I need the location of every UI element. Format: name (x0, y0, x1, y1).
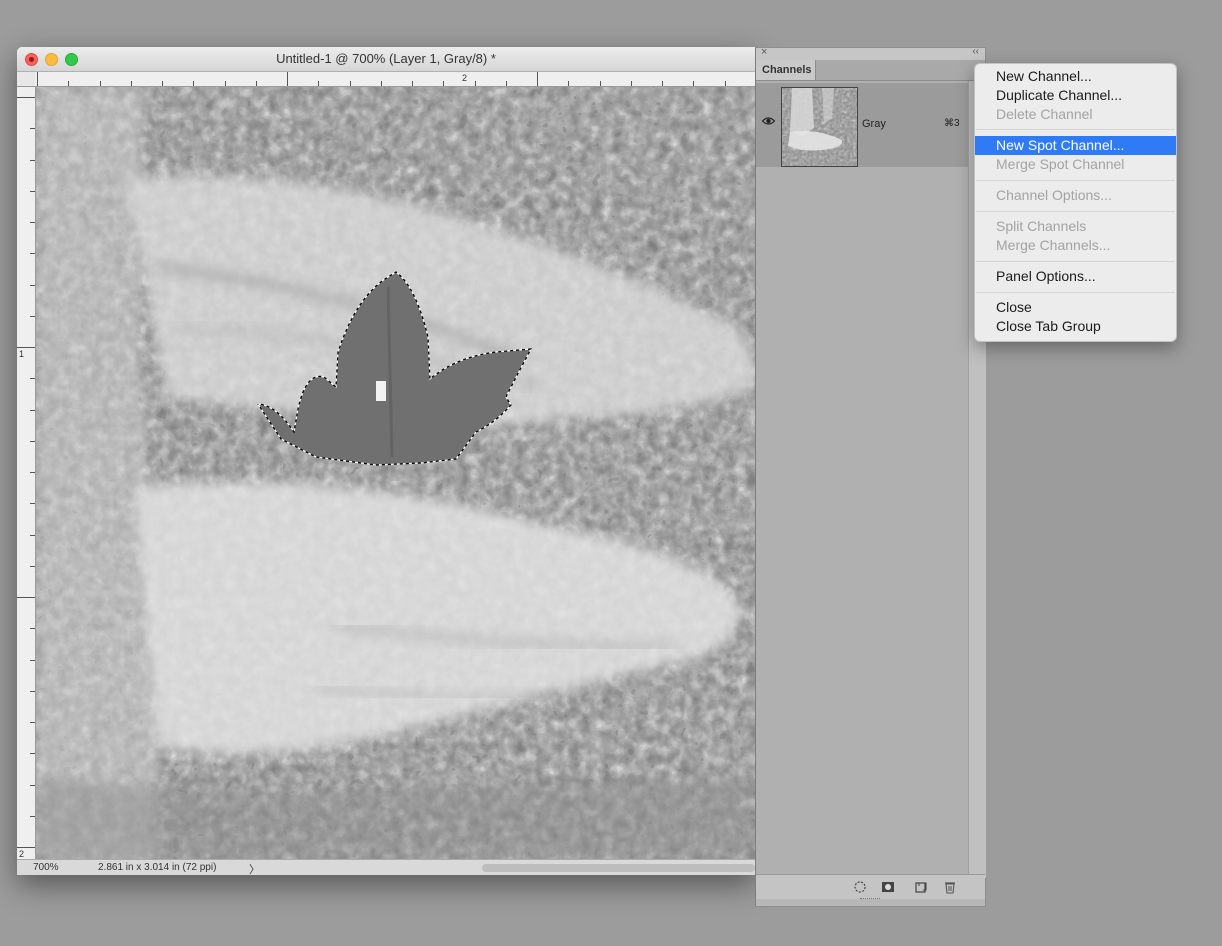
menu-separator (976, 211, 1175, 212)
ruler-tick (30, 316, 35, 317)
ruler-tick (506, 81, 507, 86)
ruler-tick (30, 128, 35, 129)
ruler-label: 2 (19, 849, 25, 859)
ruler-label: 2 (462, 73, 468, 83)
ruler-tick (30, 691, 35, 692)
ruler-origin[interactable] (17, 72, 36, 87)
panel-tab-bar: Channels ≡ (756, 60, 985, 81)
canvas-image (36, 87, 755, 859)
channel-list: Gray ⌘3 (756, 81, 968, 878)
menu-item-new-channel[interactable]: New Channel... (975, 67, 1176, 86)
ruler-tick (30, 753, 35, 754)
status-bar: 700% 2.861 in x 3.014 in (72 ppi) 〉 (17, 859, 755, 875)
image-canvas[interactable] (36, 87, 755, 859)
menu-item-channel-options: Channel Options... (996, 187, 1112, 203)
ruler-tick (662, 81, 663, 86)
ruler-tick (30, 785, 35, 786)
ruler-tick (30, 660, 35, 661)
ruler-tick (537, 72, 538, 86)
channel-row-gray[interactable]: Gray ⌘3 (756, 83, 968, 167)
ruler-tick (475, 81, 476, 86)
channel-name: Gray (862, 118, 886, 130)
ruler-tick (17, 847, 35, 848)
ruler-tick (30, 628, 35, 629)
ruler-tick (100, 81, 101, 86)
ruler-tick (30, 222, 35, 223)
menu-item-split-channels: Split Channels (996, 218, 1087, 234)
menu-separator (976, 261, 1175, 262)
ruler-tick (131, 81, 132, 86)
panel-collapse-icon[interactable]: ‹‹ (972, 46, 979, 57)
new-channel-icon[interactable] (914, 880, 928, 894)
ruler-tick (256, 81, 257, 86)
ruler-tick (37, 72, 38, 86)
menu-separator (976, 292, 1175, 293)
ruler-tick (30, 160, 35, 161)
ruler-tick (30, 378, 35, 379)
channel-thumbnail (781, 87, 858, 167)
horizontal-scrollbar[interactable] (482, 864, 755, 872)
menu-item-duplicate-channel[interactable]: Duplicate Channel... (975, 86, 1176, 105)
document-window: Untitled-1 @ 700% (Layer 1, Gray/8) * 2 … (17, 47, 755, 875)
ruler-tick (30, 253, 35, 254)
panel-resize-grip[interactable] (860, 898, 880, 903)
menu-separator (976, 180, 1175, 181)
menu-item-close[interactable]: Close (975, 298, 1176, 317)
document-info: 2.861 in x 3.014 in (72 ppi) (98, 862, 217, 873)
menu-separator (976, 129, 1175, 130)
load-selection-icon[interactable] (853, 880, 867, 894)
ruler-tick (68, 81, 69, 86)
menu-item-close-tab-group[interactable]: Close Tab Group (975, 317, 1176, 336)
ruler-tick (17, 597, 35, 598)
ruler-tick (30, 472, 35, 473)
panel-footer (756, 874, 985, 899)
ruler-tick (30, 441, 35, 442)
ruler-tick (443, 81, 444, 86)
delete-channel-icon[interactable] (943, 880, 957, 894)
ruler-tick (30, 566, 35, 567)
ruler-tick (350, 81, 351, 86)
ruler-tick (162, 81, 163, 86)
ruler-tick (30, 285, 35, 286)
ruler-tick (30, 816, 35, 817)
save-selection-icon[interactable] (881, 880, 895, 894)
tab-channels[interactable]: Channels (756, 60, 816, 80)
ruler-tick (30, 722, 35, 723)
ruler-tick (631, 81, 632, 86)
vertical-ruler[interactable]: 1 2 (17, 87, 36, 859)
panel-close-icon[interactable]: × (761, 46, 767, 58)
ruler-tick (30, 503, 35, 504)
menu-item-merge-spot-channel: Merge Spot Channel (996, 156, 1125, 172)
ruler-tick (225, 81, 226, 86)
menu-item-new-spot-channel[interactable]: New Spot Channel... (975, 136, 1176, 155)
panel-header-strip[interactable]: × ‹‹ (756, 46, 985, 60)
ruler-label: 1 (19, 349, 25, 359)
ruler-tick (17, 347, 35, 348)
document-title: Untitled-1 @ 700% (Layer 1, Gray/8) * (276, 51, 496, 66)
ruler-tick (30, 191, 35, 192)
ruler-tick (318, 81, 319, 86)
title-bar[interactable]: Untitled-1 @ 700% (Layer 1, Gray/8) * (17, 47, 755, 72)
ruler-tick (30, 535, 35, 536)
ruler-tick (693, 81, 694, 86)
ruler-tick (17, 97, 35, 98)
zoom-level-field[interactable]: 700% (33, 862, 59, 873)
ruler-tick (193, 81, 194, 86)
menu-item-panel-options[interactable]: Panel Options... (975, 267, 1176, 286)
ruler-tick (412, 81, 413, 86)
channels-panel: × ‹‹ Channels ≡ (755, 46, 986, 907)
menu-item-merge-channels: Merge Channels... (996, 237, 1111, 253)
visibility-eye-icon[interactable] (762, 116, 775, 126)
ruler-tick (287, 72, 288, 86)
horizontal-ruler[interactable]: 2 (35, 72, 755, 87)
ruler-tick (725, 81, 726, 86)
status-menu-arrow[interactable]: 〉 (249, 861, 260, 875)
ruler-tick (30, 410, 35, 411)
channels-panel-menu: New Channel... Duplicate Channel... Dele… (974, 63, 1177, 342)
channel-shortcut: ⌘3 (944, 118, 960, 129)
ruler-tick (568, 81, 569, 86)
ruler-tick (381, 81, 382, 86)
ruler-tick (600, 81, 601, 86)
menu-item-delete-channel: Delete Channel (996, 106, 1093, 122)
